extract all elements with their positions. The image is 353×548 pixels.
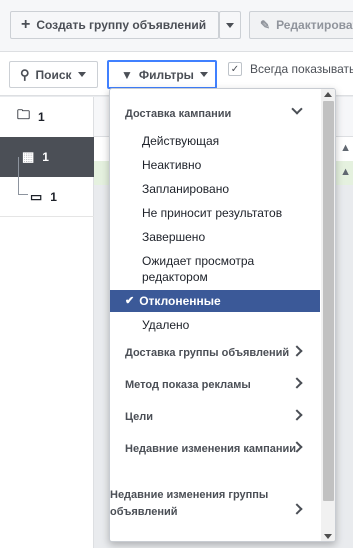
create-adset-label: Создать группу объявлений: [36, 18, 207, 32]
chevron-down-icon: [199, 72, 208, 77]
section-ad-method[interactable]: Метод показа рекламы: [125, 379, 251, 391]
filter-option-scheduled[interactable]: Запланировано: [110, 181, 320, 197]
dropdown-scrollbar[interactable]: [321, 89, 335, 541]
adset-count: 1: [42, 150, 49, 164]
always-show-toggle[interactable]: ✓ Всегда показывать: [228, 62, 353, 76]
search-icon: ⚲: [20, 66, 30, 82]
edit-label: Редактировать: [276, 18, 353, 32]
filter-option-completed[interactable]: Завершено: [110, 229, 320, 245]
tree-adset[interactable]: ▦ 1: [0, 137, 94, 177]
filters-dropdown: Доставка кампании Действующая Неактивно …: [109, 88, 336, 542]
tree-ad[interactable]: ▭ 1: [0, 177, 94, 217]
filter-option-pending-review[interactable]: Ожидает просмотра редактором: [110, 253, 290, 285]
chevron-right-icon[interactable]: [291, 409, 303, 421]
section-recent-adset[interactable]: Недавние изменения группы объявлений: [110, 487, 300, 521]
checkbox[interactable]: ✓: [228, 62, 242, 76]
scroll-thumb[interactable]: [323, 101, 334, 501]
section-adset-delivery[interactable]: Доставка группы объявлений: [125, 347, 289, 359]
chevron-down-icon: [226, 22, 234, 28]
filters-label: Фильтры: [138, 67, 194, 82]
chevron-down-icon[interactable]: [291, 103, 303, 115]
scroll-up-icon[interactable]: [324, 92, 332, 97]
checkmark-icon: ✔: [125, 295, 135, 307]
filter-option-rejected[interactable]: ✔ Отклоненные: [110, 290, 320, 312]
chevron-right-icon[interactable]: [291, 377, 303, 389]
filter-option-inactive[interactable]: Неактивно: [110, 157, 320, 173]
chevron-right-icon[interactable]: [291, 345, 303, 357]
search-label: Поиск: [35, 67, 72, 82]
section-goals[interactable]: Цели: [125, 411, 153, 423]
arrow-up-icon: ▲: [340, 142, 351, 154]
edit-button[interactable]: ✎ Редактировать: [249, 11, 353, 39]
create-dropdown-button[interactable]: [219, 11, 241, 39]
filter-option-deleted[interactable]: Удалено: [110, 317, 320, 333]
tree-campaign[interactable]: 🗀 1: [0, 97, 94, 137]
top-toolbar: + Создать группу объявлений ✎ Редактиров…: [0, 0, 353, 52]
always-show-label: Всегда показывать: [250, 62, 353, 76]
selected-option-label: Отклоненные: [139, 294, 221, 308]
hierarchy-tree: 🗀 1 ▦ 1 ▭ 1: [0, 97, 94, 548]
create-adset-button[interactable]: + Создать группу объявлений: [10, 11, 219, 39]
section-recent-campaign[interactable]: Недавние изменения кампании: [125, 443, 296, 455]
filter-option-not-delivering[interactable]: Не приносит результатов: [110, 205, 320, 221]
ad-icon: ▭: [30, 188, 43, 204]
section-campaign-delivery[interactable]: Доставка кампании: [125, 108, 231, 120]
filters-button[interactable]: ▼ Фильтры: [107, 60, 217, 89]
folder-check-icon: 🗀: [17, 107, 31, 122]
pencil-icon: ✎: [260, 18, 271, 32]
arrow-up-icon: ▲: [340, 166, 351, 178]
plus-icon: +: [21, 16, 31, 33]
ad-count: 1: [50, 189, 57, 204]
search-button[interactable]: ⚲ Поиск: [9, 61, 98, 88]
chevron-down-icon: [77, 72, 86, 77]
funnel-icon: ▼: [121, 67, 133, 82]
scroll-down-icon[interactable]: [324, 534, 332, 539]
filter-option-active[interactable]: Действующая: [110, 133, 320, 149]
campaign-count: 1: [38, 110, 45, 124]
